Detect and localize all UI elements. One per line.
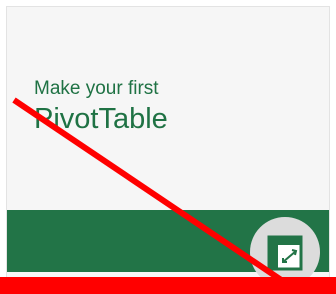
pivottable-tutorial-tile[interactable]: Make your first PivotTable [6, 6, 330, 282]
pivottable-icon [267, 235, 303, 271]
tile-title-line2: PivotTable [34, 103, 168, 135]
strike-bottom-band [0, 277, 336, 294]
tile-title: Make your first PivotTable [34, 77, 168, 137]
tile-title-line1: Make your first [34, 78, 159, 99]
